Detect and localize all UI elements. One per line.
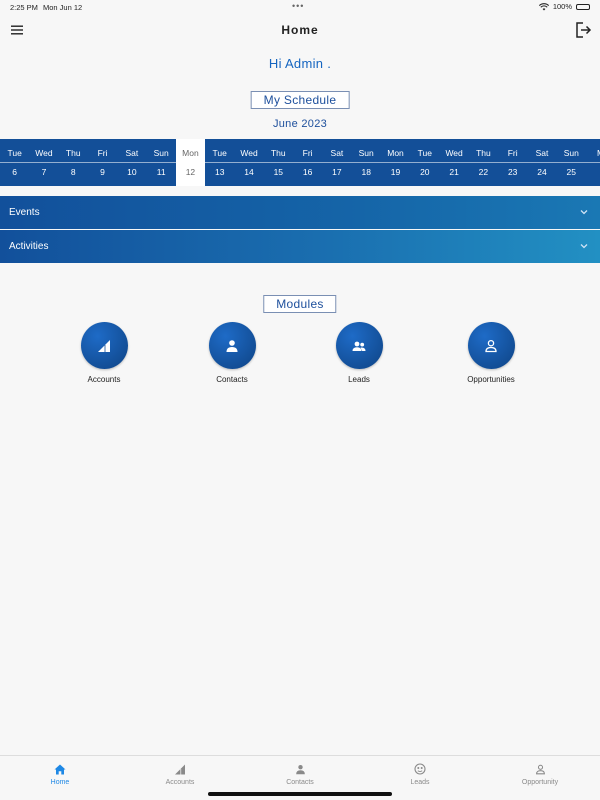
calendar-day-date: 19 (390, 167, 401, 177)
calendar-day-date: 16 (302, 167, 313, 177)
calendar-day-name: Mon (182, 148, 199, 158)
calendar-day-date: 21 (449, 167, 459, 177)
leads-icon (414, 763, 426, 775)
signal-icon (175, 764, 185, 774)
wifi-icon (538, 2, 549, 10)
month-label: June 2023 (272, 118, 328, 130)
calendar-day-date: 6 (12, 167, 18, 177)
people-icon (352, 341, 366, 351)
calendar-day-date: 14 (244, 167, 254, 177)
multitask-dots[interactable]: ••• (292, 1, 304, 11)
greeting-text: Hi Admin . (268, 56, 332, 71)
calendar-day-date: 7 (41, 167, 47, 177)
calendar-day-name: Sun (563, 148, 579, 158)
tab-opportunity[interactable]: Opportunity (480, 756, 600, 800)
calendar-day-name: M (586, 148, 600, 158)
calendar-day-name: Wed (240, 148, 258, 158)
calendar-day-date: 18 (361, 167, 371, 177)
tab-label: Contacts (286, 779, 314, 786)
module-accounts[interactable]: Accounts (54, 322, 154, 384)
calendar-day-date: 11 (156, 167, 166, 177)
activities-label: Activities (9, 241, 49, 252)
calendar-day-date: 8 (70, 167, 76, 177)
calendar-day-name: Tue (417, 148, 432, 158)
tab-label: Leads (410, 779, 430, 786)
battery-percent: 100% (552, 2, 572, 11)
module-contacts-button[interactable] (208, 322, 256, 369)
status-date: Mon Jun 12 (43, 3, 83, 12)
calendar-day-date: 17 (332, 167, 342, 177)
module-leads[interactable]: Leads (309, 322, 409, 384)
calendar-day-name: Thu (270, 148, 286, 158)
module-label: Opportunities (467, 375, 515, 384)
events-label: Events (9, 207, 40, 218)
module-opportunities-button[interactable] (467, 322, 515, 369)
calendar-day-date: 22 (478, 167, 489, 177)
status-bar: 2:25 PM Mon Jun 12 ••• 100% (0, 0, 600, 14)
calendar-day-date: 23 (507, 167, 518, 177)
tab-label: Opportunity (521, 779, 559, 786)
calendar-day-name: Fri (507, 148, 518, 158)
battery-icon (576, 3, 590, 10)
page-title: Home (281, 23, 319, 37)
calendar-day-date: 15 (273, 167, 284, 177)
chevron-down-icon (580, 210, 588, 215)
calendar-day-name: Sat (125, 148, 139, 158)
calendar-day-name: Sun (153, 148, 169, 158)
events-section[interactable]: Events (0, 196, 600, 229)
tab-label: Home (50, 779, 70, 786)
calendar-day-name: Tue (7, 148, 22, 158)
chevron-down-icon (580, 244, 588, 249)
calendar-day-name: Sat (330, 148, 344, 158)
calendar-day-date: 13 (214, 167, 225, 177)
calendar-day-name: Tue (212, 148, 227, 158)
tab-home[interactable]: Home (0, 756, 120, 800)
tab-label: Accounts (165, 779, 195, 786)
module-label: Leads (348, 375, 370, 384)
person-outline-icon (535, 764, 545, 774)
calendar-day-name: Thu (476, 148, 491, 158)
calendar-day-name: Sat (535, 148, 549, 158)
module-opportunities[interactable]: Opportunities (441, 322, 541, 384)
module-label: Accounts (87, 375, 121, 384)
calendar-day-name: Mon (387, 148, 404, 158)
status-right: 100% (538, 2, 590, 11)
calendar-day-name: Fri (97, 148, 108, 158)
module-contacts[interactable]: Contacts (182, 322, 282, 384)
logout-icon (576, 22, 592, 38)
calendar-day-name: Fri (302, 148, 313, 158)
calendar-day-date: 9 (100, 167, 105, 177)
home-indicator[interactable] (208, 792, 392, 796)
person-outline-icon (485, 339, 497, 352)
calendar-day-name: Wed (445, 148, 463, 158)
module-leads-button[interactable] (335, 322, 383, 369)
calendar-day-name: Sun (358, 148, 374, 158)
calendar-day-date: 12 (185, 167, 196, 177)
logout-button[interactable] (572, 19, 594, 41)
person-icon (226, 339, 238, 352)
calendar-day-date: 25 (566, 167, 577, 177)
module-accounts-button[interactable] (80, 322, 128, 369)
calendar-day-name: Thu (65, 148, 81, 158)
navigation-bar: Home (0, 14, 600, 48)
signal-icon (98, 339, 110, 352)
modules-title: Modules (263, 295, 337, 313)
calendar-divider (0, 162, 600, 163)
calendar-day-date: 20 (420, 167, 430, 177)
home-icon (54, 764, 66, 774)
activities-section[interactable]: Activities (0, 230, 600, 263)
schedule-title: My Schedule (250, 91, 350, 109)
module-label: Contacts (216, 375, 248, 384)
status-time: 2:25 PM (10, 3, 38, 12)
calendar-day-date: 10 (127, 167, 137, 177)
calendar-day-date: 24 (537, 167, 547, 177)
calendar-day-name: Wed (35, 148, 53, 158)
person-icon (295, 764, 305, 774)
